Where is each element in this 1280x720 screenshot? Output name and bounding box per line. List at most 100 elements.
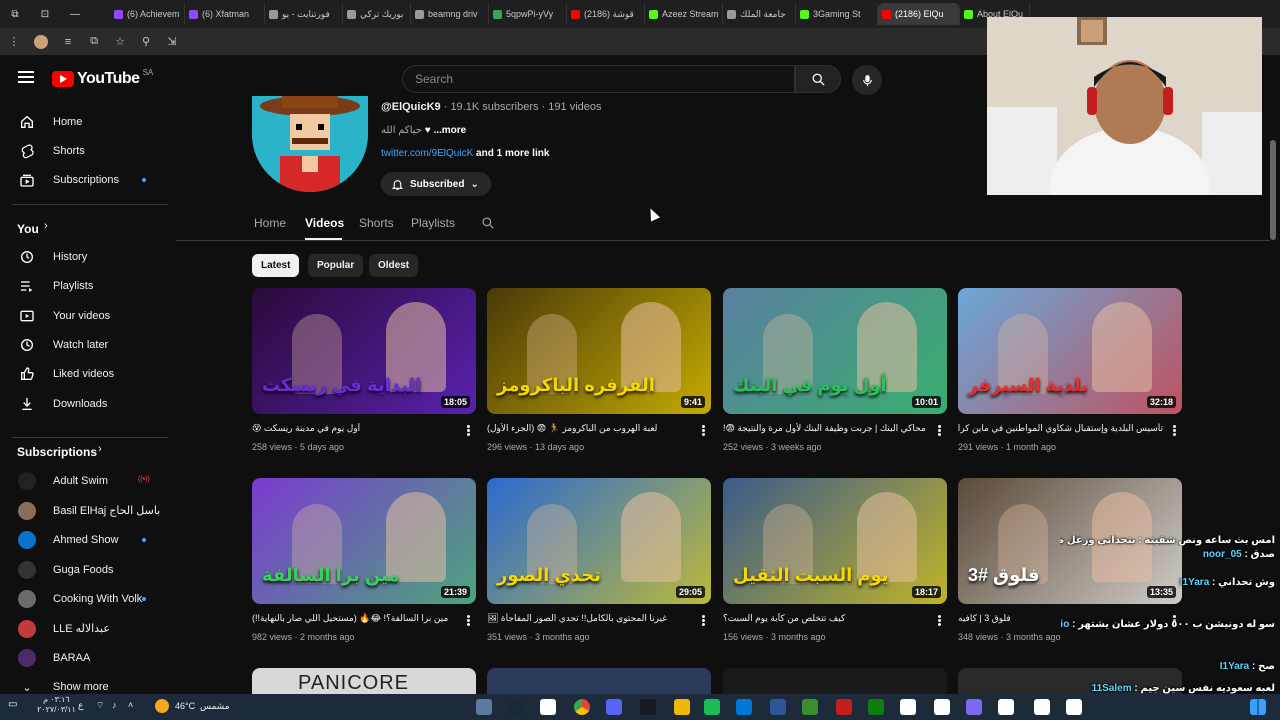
video-title[interactable]: محاكي البنك | جربت وظيفة البنك لأول مرة …	[723, 423, 928, 434]
video-title[interactable]: مين برا السالفة؟! 😂🔥 (مستحيل اللي صار با…	[252, 613, 457, 624]
window-icon[interactable]: ⊡	[30, 9, 60, 20]
channel-avatar[interactable]	[252, 96, 368, 192]
settings-icon[interactable]	[966, 699, 982, 715]
video-card[interactable]: أول يوم في البنك 10:01 محاكي البنك | جربت …	[723, 288, 947, 468]
browser-tab[interactable]: 3Gaming St	[796, 3, 878, 25]
tab-playlists[interactable]: Playlists	[411, 216, 455, 230]
terminal-icon[interactable]	[802, 699, 818, 715]
browser-tab[interactable]: 5qpwPi-yVy	[489, 3, 567, 25]
spotify-icon[interactable]	[736, 699, 752, 715]
browser-tab[interactable]: بوريك تركي	[343, 3, 411, 25]
browser-tab[interactable]: (2186) قوشة	[567, 3, 645, 25]
menu-dots-icon[interactable]: ⋮	[8, 36, 20, 48]
browser-tab[interactable]: (6) Achievem	[110, 3, 185, 25]
page-scrollbar[interactable]	[1270, 140, 1276, 240]
app-icon[interactable]	[1066, 699, 1082, 715]
app-icon[interactable]	[900, 699, 916, 715]
bookmark-star-icon[interactable]: ☆	[114, 36, 126, 48]
twitter-link[interactable]: twitter.com/9ElQuicK	[381, 148, 473, 159]
more-options-icon[interactable]	[1173, 425, 1176, 436]
obs-icon[interactable]	[606, 699, 622, 715]
sidebar-you-heading[interactable]: You ›	[0, 214, 170, 242]
menu-icon[interactable]	[18, 71, 34, 83]
subscription-channel[interactable]: Guga Foods	[0, 556, 170, 584]
more-options-icon[interactable]	[467, 425, 470, 436]
search-input[interactable]: Search	[402, 65, 795, 93]
window-minimize-icon[interactable]: —	[60, 9, 90, 20]
chip-latest[interactable]: Latest	[252, 254, 300, 277]
chevron-up-icon[interactable]: ˄	[128, 700, 133, 710]
task-view-icon[interactable]	[476, 699, 492, 715]
more-links[interactable]: and 1 more link	[476, 148, 549, 159]
video-card[interactable]: تحدي الصور 29:05 غيرنا المحتوى بالكامل!! ت…	[487, 478, 711, 658]
chip-popular[interactable]: Popular	[308, 254, 364, 277]
video-title[interactable]: كيف تتخلص من كآبة يوم السبت؟	[723, 613, 928, 624]
xbox-icon[interactable]	[934, 699, 950, 715]
more-link[interactable]: ...more	[433, 125, 466, 136]
sidebar-item-your-videos[interactable]: Your videos	[0, 302, 170, 330]
youtube-logo[interactable]: YouTube SA	[52, 68, 153, 88]
language-indicator[interactable]: ع	[78, 700, 83, 711]
subscribed-button[interactable]: Subscribed ⌄	[381, 172, 491, 196]
video-title[interactable]: أول يوم في مدينة ريسكت 😵	[252, 423, 457, 434]
steam-icon[interactable]	[508, 699, 524, 715]
video-thumbnail[interactable]: تحدي الصور 29:05	[487, 478, 711, 604]
clock[interactable]: ٠٣:١٦ م ٢٠٢٧/٠٣/١١	[37, 695, 76, 715]
steam-app-icon[interactable]	[674, 699, 690, 715]
video-card[interactable]: الفرفره الباكرومز 9:41 لعبة الهروب من البا…	[487, 288, 711, 468]
discord-icon[interactable]	[640, 699, 656, 715]
video-thumbnail[interactable]: بلدية السيرفر 32:18	[958, 288, 1182, 414]
video-title[interactable]: غيرنا المحتوى بالكامل!! تحدي الصور المفا…	[487, 613, 692, 624]
sidebar-item-subscriptions[interactable]: Subscriptions	[0, 166, 170, 194]
voice-search-button[interactable]	[852, 65, 882, 95]
video-thumbnail-partial[interactable]: PANICORE	[252, 668, 476, 694]
video-card[interactable]: بلدية السيرفر 32:18 تأسيس البلدية وإستقبال…	[958, 288, 1182, 468]
extensions-icon[interactable]: ⧉	[88, 35, 100, 48]
video-thumbnail-partial[interactable]	[723, 668, 947, 694]
sidebar-item-home[interactable]: Home	[0, 108, 170, 136]
sidebar-item-playlists[interactable]: Playlists	[0, 272, 170, 300]
subscription-channel[interactable]: Basil ElHaj باسل الحاج	[0, 497, 170, 525]
outlook-icon[interactable]	[770, 699, 786, 715]
volume-icon[interactable]: ♪	[112, 700, 117, 710]
video-title[interactable]: تأسيس البلدية وإستقبال شكاوي المواطنين ف…	[958, 423, 1163, 434]
reading-list-icon[interactable]: ≡	[62, 36, 74, 48]
zoom-icon[interactable]: ⚲	[140, 36, 152, 48]
app-icon[interactable]	[868, 699, 884, 715]
sidebar-item-downloads[interactable]: Downloads	[0, 390, 170, 418]
browser-tab[interactable]: Azeez Stream	[645, 3, 723, 25]
chrome-icon[interactable]	[574, 699, 590, 715]
browser-tab[interactable]: (2186) ElQu	[878, 3, 960, 25]
browser-tab[interactable]: جامعة الملك	[723, 3, 796, 25]
sidebar-subscriptions-heading[interactable]: Subscriptions ›	[0, 437, 170, 465]
profile-icon[interactable]	[34, 34, 48, 49]
sidebar-item-history[interactable]: History	[0, 243, 170, 271]
tab-shorts[interactable]: Shorts	[359, 216, 394, 230]
video-card[interactable]: مين برا السالفة 21:39 مين برا السالفة؟! 😂🔥…	[252, 478, 476, 658]
sidebar-item-watch-later[interactable]: Watch later	[0, 331, 170, 359]
file-explorer-icon[interactable]	[704, 699, 720, 715]
more-options-icon[interactable]	[702, 615, 705, 626]
channel-description[interactable]: حياكم الله ♥ ...more	[381, 125, 466, 136]
windows-start-icon[interactable]	[1250, 699, 1266, 715]
video-title[interactable]: لعبة الهروب من الباكرومز 🏃 😨 (الجزء الأو…	[487, 423, 692, 434]
video-thumbnail[interactable]: البداية في ريسكت 18:05	[252, 288, 476, 414]
tab-home[interactable]: Home	[254, 216, 286, 230]
subscription-channel[interactable]: BARAA	[0, 644, 170, 672]
edge-icon[interactable]	[836, 699, 852, 715]
app-icon[interactable]	[998, 699, 1014, 715]
sidebar-item-shorts[interactable]: Shorts	[0, 137, 170, 165]
browser-tab[interactable]: beamng driv	[411, 3, 489, 25]
browser-tab[interactable]: فورتنايت - يو	[265, 3, 343, 25]
weather-sun-icon[interactable]	[155, 699, 169, 713]
video-thumbnail[interactable]: أول يوم في البنك 10:01	[723, 288, 947, 414]
channel-search-icon[interactable]	[481, 216, 495, 233]
subscription-channel[interactable]: Cooking With Volk	[0, 585, 170, 613]
subscription-channel[interactable]: Adult Swim ((•))	[0, 467, 170, 495]
install-icon[interactable]: ⇲	[166, 36, 178, 48]
more-options-icon[interactable]	[938, 615, 941, 626]
video-card[interactable]: البداية في ريسكت 18:05 أول يوم في مدينة ري…	[252, 288, 476, 468]
video-thumbnail[interactable]: الفرفره الباكرومز 9:41	[487, 288, 711, 414]
video-thumbnail[interactable]: يوم السبت الثقيل 18:17	[723, 478, 947, 604]
video-thumbnail-partial[interactable]	[487, 668, 711, 694]
